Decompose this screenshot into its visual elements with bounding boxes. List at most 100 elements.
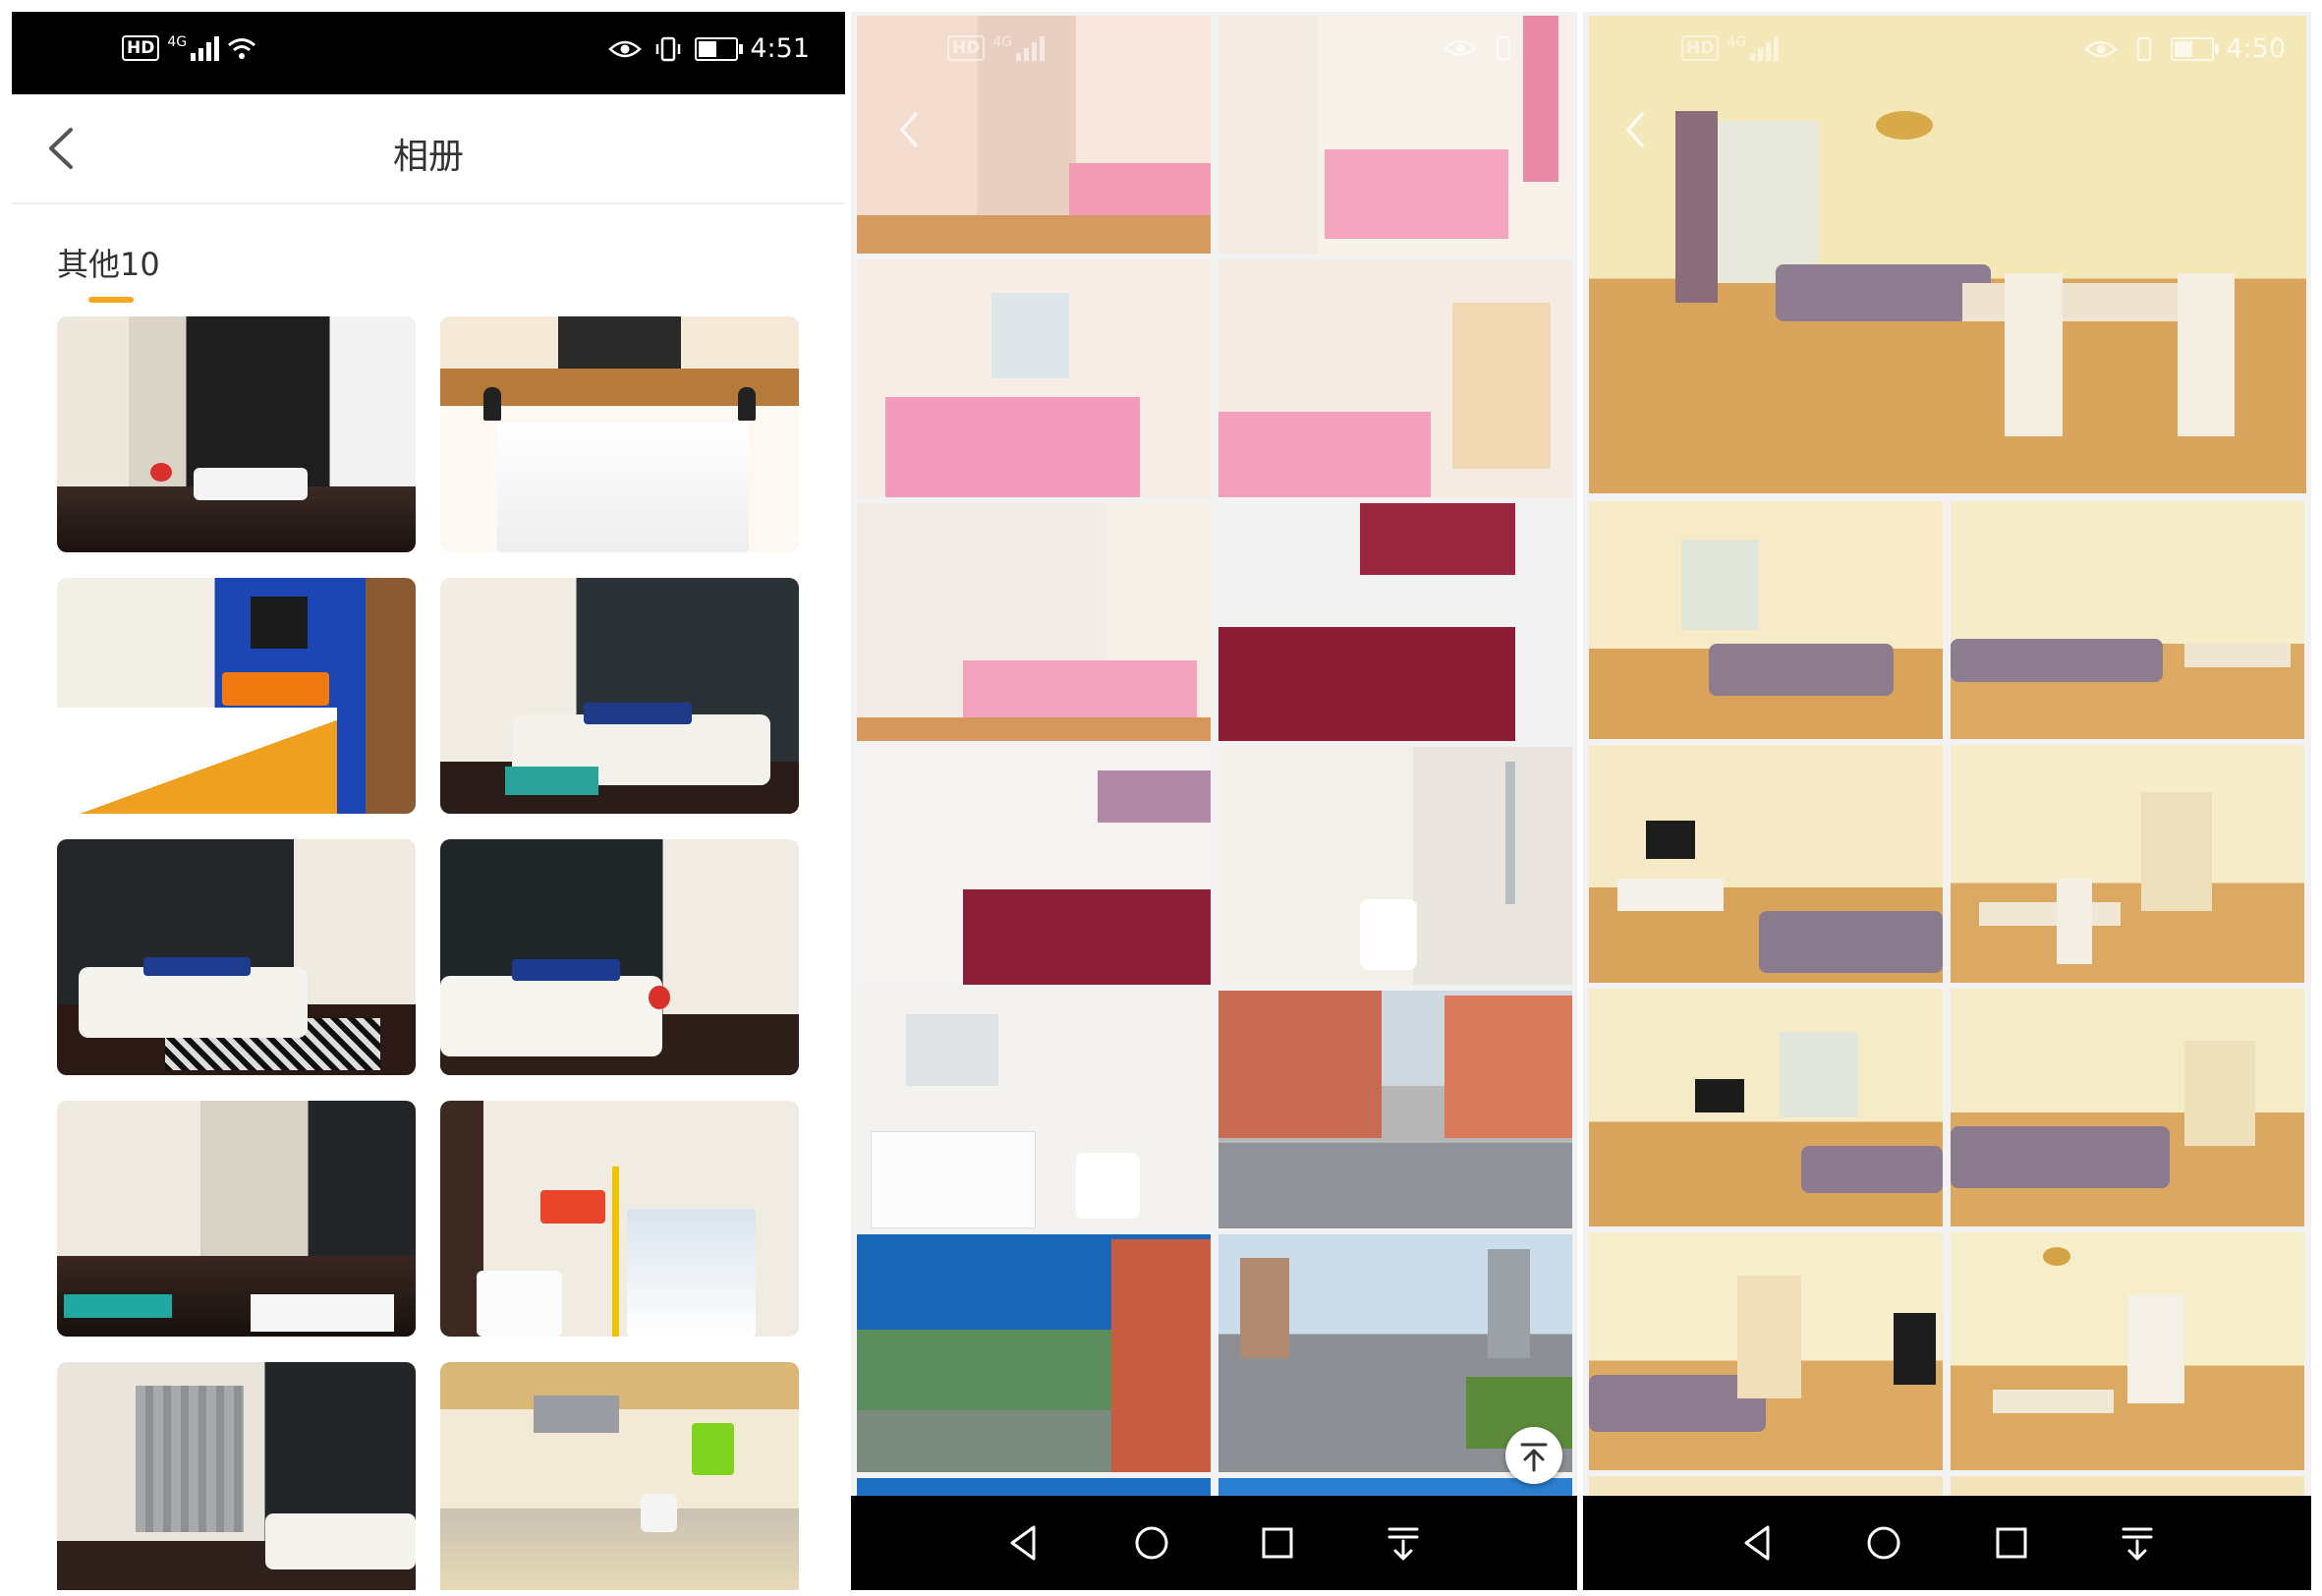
photo-kettle — [641, 1494, 677, 1532]
back-triangle-icon[interactable] — [1732, 1517, 1784, 1568]
notification-pull-icon[interactable] — [2112, 1517, 2163, 1568]
pink-gallery-screen: HD 4G — [851, 12, 1577, 1590]
photo-bed — [1325, 148, 1509, 240]
system-nav-bar — [851, 1496, 1577, 1590]
photo-door — [2183, 1041, 2255, 1146]
photo-tile[interactable] — [1589, 745, 1943, 983]
photo-window — [991, 292, 1069, 378]
photo-tile[interactable] — [1218, 503, 1572, 741]
photo-toilet — [1360, 898, 1417, 971]
status-left: HD 4G — [947, 35, 1046, 61]
photo-window — [1780, 1031, 1858, 1117]
section-tab-indicator — [88, 297, 134, 303]
signal-icon — [1750, 35, 1780, 61]
photo-range-hood — [533, 1395, 620, 1433]
photo-building — [1444, 995, 1572, 1139]
photo-thumbnail[interactable] — [57, 1101, 416, 1337]
photo-grid — [1583, 12, 2311, 1506]
photo-thumbnail[interactable] — [440, 316, 799, 552]
photo-pillows — [512, 959, 620, 981]
recents-square-icon[interactable] — [1252, 1517, 1303, 1568]
photo-tile[interactable] — [1589, 501, 1943, 739]
chevron-left-icon[interactable] — [1620, 110, 1650, 149]
photo-thumbnail[interactable] — [440, 578, 799, 814]
signal-icon — [1016, 35, 1046, 61]
photo-road — [1218, 1142, 1572, 1228]
photo-sofa — [1801, 1145, 1943, 1194]
photo-thumbnail[interactable] — [57, 839, 416, 1075]
photo-tv-stand — [1616, 878, 1724, 912]
photo-bed — [884, 397, 1140, 497]
photo-tile[interactable] — [1951, 501, 2304, 739]
photo-bed — [57, 708, 337, 814]
photo-thumbnail[interactable] — [440, 839, 799, 1075]
photo-mop — [612, 1167, 620, 1337]
photo-tile[interactable] — [1218, 747, 1572, 985]
status-right: 4:50 — [2084, 33, 2286, 64]
eye-comfort-icon — [608, 40, 643, 57]
photo-cabinet — [2127, 1293, 2184, 1404]
eye-comfort-icon — [1444, 39, 1477, 57]
photo-table — [504, 767, 598, 795]
chevron-left-icon[interactable] — [894, 110, 924, 149]
status-time: 4:50 — [2226, 33, 2286, 64]
photo-basket — [540, 1190, 605, 1224]
photo-sofa — [1951, 639, 2163, 682]
photo-sofa — [78, 966, 309, 1038]
photo-tile[interactable] — [857, 1234, 1211, 1472]
status-right: 4:51 — [608, 33, 810, 64]
photo-vanity — [871, 1131, 1036, 1228]
photo-tile[interactable] — [857, 503, 1211, 741]
photo-cabinets — [1360, 503, 1516, 575]
photo-curtain — [1674, 111, 1719, 303]
photo-tile[interactable] — [1218, 259, 1572, 497]
photo-chair — [2057, 878, 2092, 964]
back-triangle-icon[interactable] — [998, 1517, 1049, 1568]
status-bar: HD 4G 4:50 — [1583, 12, 2311, 94]
photo-tile[interactable] — [1589, 1232, 1943, 1470]
photo-grid — [851, 12, 1577, 1508]
album-section-label[interactable]: 其他10 — [57, 240, 160, 285]
home-circle-icon[interactable] — [1126, 1517, 1177, 1568]
photo-sofa — [193, 467, 309, 501]
photo-thumbnail[interactable] — [440, 1101, 799, 1337]
photo-window — [1703, 120, 1819, 284]
photo-tile[interactable] — [1951, 989, 2304, 1226]
photo-tile[interactable] — [857, 747, 1211, 985]
photo-tv — [1645, 821, 1695, 860]
photo-toilet — [476, 1270, 563, 1337]
photo-thumbnail[interactable] — [57, 1362, 416, 1590]
network-type: 4G — [167, 34, 188, 50]
photo-dining-table — [1978, 901, 2121, 926]
home-circle-icon[interactable] — [1858, 1517, 1909, 1568]
arrow-up-to-top-icon — [1520, 1443, 1548, 1472]
photo-mirror — [906, 1014, 998, 1086]
photo-thumbnail[interactable] — [57, 316, 416, 552]
notification-pull-icon[interactable] — [1378, 1517, 1429, 1568]
scroll-to-top-button[interactable] — [1505, 1427, 1562, 1484]
vibrate-icon — [656, 36, 681, 61]
photo-tile[interactable] — [1951, 745, 2304, 983]
photo-building — [1487, 1248, 1530, 1358]
photo-tile[interactable] — [857, 259, 1211, 497]
photo-building — [1239, 1258, 1289, 1358]
photo-dining-table — [2183, 644, 2291, 668]
photo-flowers — [648, 985, 670, 1009]
photo-washing-machine — [626, 1209, 757, 1337]
photo-dining-table — [1961, 283, 2206, 322]
hd-badge: HD — [1681, 35, 1720, 61]
photo-tile[interactable] — [1218, 991, 1572, 1228]
photo-thumbnail[interactable] — [57, 578, 416, 814]
photo-tile[interactable] — [857, 991, 1211, 1228]
status-left: HD 4G — [1681, 34, 1780, 61]
photo-cabinets — [963, 889, 1211, 985]
photo-tile[interactable] — [1589, 989, 1943, 1226]
photo-sofa — [1951, 1126, 2171, 1189]
network-type: 4G — [1727, 34, 1747, 50]
vibrate-icon — [2137, 36, 2152, 61]
page-title: 相册 — [392, 137, 464, 177]
photo-tile[interactable] — [1951, 1232, 2304, 1470]
photo-thumbnail[interactable] — [440, 1362, 799, 1590]
recents-square-icon[interactable] — [1986, 1517, 2037, 1568]
hd-badge: HD — [947, 35, 986, 61]
